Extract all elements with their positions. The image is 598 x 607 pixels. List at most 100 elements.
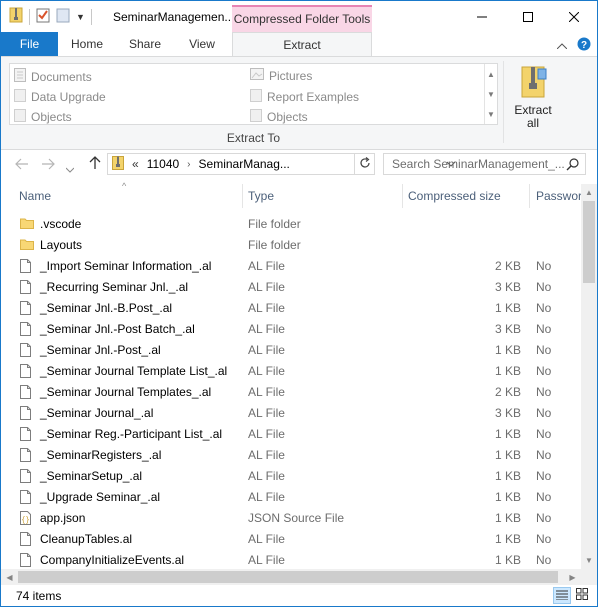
file-row[interactable]: _SeminarRegisters_.al AL File 1 KB No (1, 445, 581, 466)
file-name: _SeminarRegisters_.al (40, 448, 162, 462)
file-compressed-size: 1 KB (494, 490, 521, 504)
back-arrow-icon[interactable] (15, 157, 29, 173)
file-row[interactable]: _Seminar Journal_.al AL File 3 KB No (1, 403, 581, 424)
scroll-thumb[interactable] (583, 201, 595, 283)
forward-arrow-icon[interactable] (41, 157, 55, 173)
file-password-protected: No (536, 511, 552, 525)
maximize-button[interactable] (505, 1, 551, 32)
pictures-icon (250, 68, 264, 83)
gallery-item-data-upgrade[interactable]: Data Upgrade (14, 88, 106, 105)
column-headers: ^ Name Type Compressed size Passwor (1, 181, 582, 208)
file-type: AL File (248, 490, 285, 504)
breadcrumb-chevron-icon[interactable]: › (187, 159, 190, 170)
gallery-item-objects-2[interactable]: Objects (250, 108, 308, 125)
extract-all-button[interactable]: Extract all (507, 61, 559, 130)
column-header-name[interactable]: Name (19, 189, 51, 203)
file-password-protected: No (536, 259, 552, 273)
search-icon[interactable] (566, 158, 579, 174)
scroll-up-icon[interactable]: ▲ (581, 184, 597, 201)
column-header-password[interactable]: Passwor (536, 189, 582, 203)
file-icon (20, 322, 31, 339)
address-bar[interactable]: « 11040 › SeminarManag... (107, 153, 455, 175)
scroll-left-icon[interactable]: ◀ (1, 569, 18, 585)
file-row[interactable]: _Upgrade Seminar_.al AL File 1 KB No (1, 487, 581, 508)
ribbon-controls: ? (556, 37, 591, 54)
gallery-more-icon[interactable]: ▼ (485, 104, 497, 124)
tab-share[interactable]: Share (119, 32, 171, 56)
file-row[interactable]: CompanyInitializeEvents.al AL File 1 KB No (1, 550, 581, 569)
folder-icon (20, 238, 34, 253)
column-divider[interactable] (529, 184, 530, 208)
horizontal-scrollbar[interactable]: ◀ ▶ (1, 569, 581, 585)
file-row[interactable]: _Seminar Jnl.-Post Batch_.al AL File 3 KB N… (1, 319, 581, 340)
file-row[interactable]: _Seminar Jnl.-Post_.al AL File 1 KB No (1, 340, 581, 361)
new-folder-icon[interactable] (56, 7, 70, 26)
tab-extract[interactable]: Extract (232, 32, 372, 57)
file-row[interactable]: _Recurring Seminar Jnl._.al AL File 3 KB No (1, 277, 581, 298)
gallery-item-objects[interactable]: Objects (14, 108, 72, 125)
folder-icon (250, 88, 262, 105)
file-password-protected: No (536, 364, 552, 378)
column-header-type[interactable]: Type (248, 189, 274, 203)
file-row[interactable]: _Seminar Journal Template List_.al AL Fil… (1, 361, 581, 382)
file-compressed-size: 3 KB (494, 406, 521, 420)
item-count: 74 items (16, 589, 62, 603)
column-divider[interactable] (242, 184, 243, 208)
vertical-scrollbar[interactable]: ▲ ▼ (581, 184, 597, 569)
file-row[interactable]: _Seminar Journal Templates_.al AL File 2 K… (1, 382, 581, 403)
gallery-item-label: Pictures (269, 68, 313, 83)
scroll-down-icon[interactable]: ▼ (581, 552, 597, 569)
svg-text:{}: {} (21, 517, 29, 525)
zip-folder-icon (112, 155, 124, 173)
scroll-right-icon[interactable]: ▶ (564, 569, 581, 585)
properties-icon[interactable] (36, 7, 50, 26)
gallery-item-pictures[interactable]: Pictures (250, 68, 312, 83)
minimize-button[interactable] (459, 1, 505, 32)
file-row[interactable]: _Seminar Reg.-Participant List_.al AL Fil… (1, 424, 581, 445)
close-button[interactable] (551, 1, 597, 32)
large-icons-view-button[interactable] (573, 587, 591, 604)
file-password-protected: No (536, 448, 552, 462)
file-row[interactable]: .vscode File folder (1, 214, 581, 235)
folder-icon (14, 88, 26, 105)
breadcrumb-overflow[interactable]: « (132, 157, 139, 171)
gallery-item-documents[interactable]: Documents (14, 68, 92, 85)
file-password-protected: No (536, 490, 552, 504)
recent-locations-icon[interactable] (65, 160, 75, 176)
file-row[interactable]: _Seminar Jnl.-B.Post_.al AL File 1 KB No (1, 298, 581, 319)
column-header-compressed-size[interactable]: Compressed size (408, 189, 501, 203)
scroll-thumb[interactable] (18, 571, 558, 583)
zip-folder-icon[interactable] (9, 7, 23, 26)
gallery-down-icon[interactable]: ▼ (485, 84, 497, 104)
file-row[interactable]: CleanupTables.al AL File 1 KB No (1, 529, 581, 550)
file-name: _Import Seminar Information_.al (40, 259, 212, 273)
file-password-protected: No (536, 553, 552, 567)
collapse-ribbon-icon[interactable] (556, 41, 568, 51)
details-view-button[interactable] (553, 587, 571, 604)
up-arrow-icon[interactable] (89, 156, 101, 173)
help-icon[interactable]: ? (577, 37, 591, 54)
file-name: _Recurring Seminar Jnl._.al (40, 280, 189, 294)
customize-qat-icon[interactable]: ▼ (76, 12, 85, 22)
refresh-button[interactable] (355, 153, 375, 175)
file-icon (20, 280, 31, 297)
breadcrumb-item[interactable]: 11040 (147, 157, 179, 171)
tab-file[interactable]: File (1, 32, 58, 56)
file-row[interactable]: {} app.json JSON Source File 1 KB No (1, 508, 581, 529)
search-input[interactable]: Search SeminarManagement_... (383, 153, 586, 175)
file-name: _Seminar Journal_.al (40, 406, 154, 420)
tab-view[interactable]: View (177, 32, 227, 56)
file-compressed-size: 1 KB (494, 301, 521, 315)
file-row[interactable]: _SeminarSetup_.al AL File 1 KB No (1, 466, 581, 487)
column-divider[interactable] (402, 184, 403, 208)
file-row[interactable]: Layouts File folder (1, 235, 581, 256)
tab-home[interactable]: Home (62, 32, 112, 56)
breadcrumb-item[interactable]: SeminarManag... (199, 157, 290, 171)
gallery-item-report-examples[interactable]: Report Examples (250, 88, 359, 105)
file-row[interactable]: _Import Seminar Information_.al AL File 2 … (1, 256, 581, 277)
file-type: AL File (248, 406, 285, 420)
ribbon-tabs: File Home Share View Extract ? (1, 32, 597, 57)
file-password-protected: No (536, 322, 552, 336)
gallery-item-label: Objects (31, 109, 72, 124)
gallery-up-icon[interactable]: ▲ (485, 64, 497, 84)
